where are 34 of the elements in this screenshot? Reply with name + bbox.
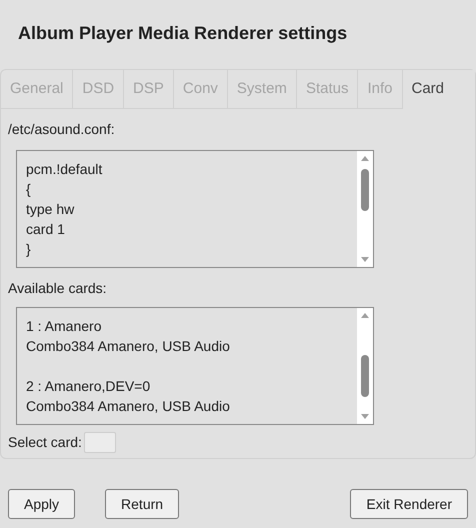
cards-list-box[interactable]: 1 : Amanero Combo384 Amanero, USB Audio 2 : Amanero,DEV=0 Combo384 Amanero, USB Audio xyxy=(16,307,374,425)
field-label: /etc/asound.conf: xyxy=(7,120,116,139)
page-title: Album Player Media Renderer settings xyxy=(17,22,348,45)
text-line: 2 : Amanero,DEV=0 xyxy=(26,377,152,396)
text-line: Combo384 Amanero, USB Audio xyxy=(26,397,231,416)
scrollbar-thumb[interactable] xyxy=(361,355,369,397)
scroll-up-icon[interactable] xyxy=(361,313,369,318)
tab[interactable]: Card xyxy=(402,70,475,109)
tab[interactable]: DSP xyxy=(124,70,174,108)
text-line: 1 : Amanero xyxy=(26,317,102,336)
tab[interactable]: Status xyxy=(296,70,358,108)
tab[interactable]: General xyxy=(1,70,74,108)
action-button[interactable]: Exit Renderer xyxy=(350,489,468,519)
config-text-area[interactable]: pcm.!default { type hw card 1 } xyxy=(16,150,374,268)
text-line: { xyxy=(26,180,32,199)
action-button[interactable]: Return xyxy=(105,489,180,519)
scroll-up-icon[interactable] xyxy=(361,156,369,161)
action-button[interactable]: Apply xyxy=(8,489,76,519)
tab[interactable]: DSD xyxy=(73,70,124,108)
text-line: card 1 xyxy=(26,220,66,239)
field-label: Available cards: xyxy=(7,279,108,298)
text-line: } xyxy=(26,240,32,259)
scroll-down-icon[interactable] xyxy=(361,414,369,419)
text-line: Combo384 Amanero, USB Audio xyxy=(26,337,231,356)
scroll-down-icon[interactable] xyxy=(361,257,369,262)
scrollbar[interactable] xyxy=(357,151,373,267)
scrollbar-thumb[interactable] xyxy=(361,169,369,211)
text-line: type hw xyxy=(26,200,76,219)
field-label: Select card: xyxy=(8,433,82,452)
text-line: pcm.!default xyxy=(26,160,104,179)
card-input-field[interactable] xyxy=(84,432,116,453)
scrollbar[interactable] xyxy=(357,308,373,424)
tab[interactable]: Conv xyxy=(174,70,228,108)
tab[interactable]: System xyxy=(228,70,297,108)
